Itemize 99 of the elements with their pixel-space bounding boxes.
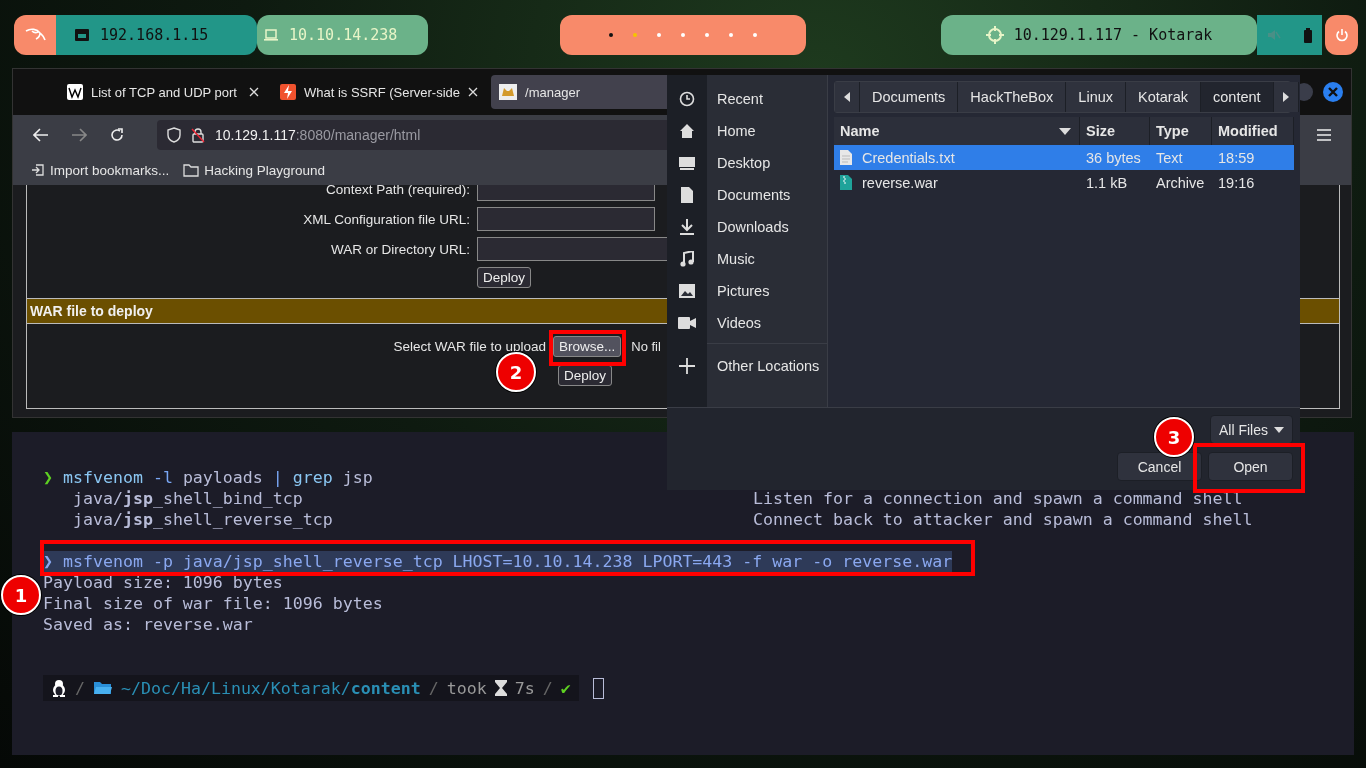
scroll-right-button[interactable] (1273, 82, 1299, 112)
sort-caret-icon (1059, 127, 1071, 135)
file-type: Text (1155, 149, 1184, 166)
duration-text: 7s (514, 678, 535, 698)
file-modified: 18:59 (1217, 149, 1256, 166)
archive-file-icon (840, 175, 852, 190)
path-crumb[interactable]: Linux (1066, 82, 1127, 112)
output-line: Saved as: reverse.war (43, 614, 254, 635)
file-name: Credentials.txt (862, 149, 955, 166)
scroll-left-button[interactable] (835, 82, 860, 112)
text-file-icon (840, 150, 852, 165)
home-icon (679, 123, 695, 139)
deploy-button[interactable]: Deploy (477, 267, 532, 288)
wikipedia-icon (67, 84, 83, 100)
music-note-icon (680, 251, 694, 267)
bookmark-item[interactable]: Import bookmarks... (31, 162, 170, 178)
field-label: XML Configuration file URL: (302, 211, 470, 227)
workspace-dot[interactable] (753, 33, 757, 37)
workspace-dot[interactable] (729, 33, 733, 37)
command-line: ❯ msfvenom -l payloads | grep jsp (43, 467, 373, 488)
vpn-ip-text: 10.10.14.238 (289, 26, 398, 44)
places-item[interactable]: Other Locations (667, 350, 827, 382)
separator-text: / (428, 678, 439, 698)
upload-label: Select WAR file to upload (392, 339, 546, 354)
menu-icon[interactable] (1317, 129, 1331, 141)
power-icon (1334, 28, 1349, 42)
input-field[interactable] (477, 207, 655, 231)
text-cursor (592, 677, 604, 699)
workspace-dot[interactable] (609, 33, 613, 37)
camera-icon (678, 317, 696, 329)
status-check: ✔ (560, 678, 571, 698)
places-item[interactable]: Downloads (667, 211, 827, 243)
workspace-dot[interactable] (705, 33, 709, 37)
laptop-icon (263, 28, 279, 42)
places-item[interactable]: Music (667, 243, 827, 275)
plus-icon (679, 358, 695, 374)
close-icon[interactable] (1323, 82, 1343, 102)
cancel-button[interactable]: Cancel (1117, 452, 1202, 481)
power-button[interactable] (1325, 15, 1358, 55)
field-label: WAR or Directory URL: (330, 241, 470, 257)
bookmark-item[interactable]: Hacking Playground (183, 162, 326, 178)
separator-text: / (75, 678, 85, 698)
back-arrow-icon[interactable] (33, 128, 49, 142)
file-type: Archive (1155, 174, 1206, 191)
output-line: Final size of war file: 1096 bytes (43, 593, 384, 614)
close-tab-icon[interactable] (468, 87, 479, 97)
took-label: took (446, 678, 487, 698)
document-icon (680, 187, 694, 203)
right-triangle-icon (1282, 92, 1289, 102)
browse-button[interactable]: Browse... (553, 336, 622, 357)
places-item[interactable]: Documents (667, 179, 827, 211)
lightning-icon (280, 84, 296, 100)
output-line: Payload size: 1096 bytes (43, 572, 284, 593)
file-name: reverse.war (862, 174, 938, 191)
file-size: 36 bytes (1085, 149, 1142, 166)
separator-text: / (542, 678, 553, 698)
payload-description: Connect back to attacker and spawn a command shell (753, 509, 1253, 530)
browser-tab[interactable]: What is SSRF (Server-side (272, 75, 487, 109)
reload-icon[interactable] (109, 127, 125, 143)
image-icon (679, 284, 695, 298)
ethernet-icon (74, 27, 90, 43)
shield-icon (167, 127, 181, 143)
import-icon (31, 163, 45, 177)
workspace-dot[interactable] (681, 33, 685, 37)
path-crumb[interactable]: HackTheBox (958, 82, 1067, 112)
download-icon (680, 219, 694, 235)
places-item[interactable]: Desktop (667, 147, 827, 179)
path-crumb[interactable]: Kotarak (1126, 82, 1201, 112)
file-row[interactable]: reverse.war 1.1 kB Archive 19:16 (834, 170, 1294, 195)
hourglass-icon (494, 680, 507, 696)
step-number: 1 (1, 575, 41, 615)
battery-icon[interactable] (1302, 27, 1313, 43)
clock-icon (679, 91, 695, 107)
deploy-button[interactable]: Deploy (558, 365, 613, 386)
local-ip-text: 192.168.1.15 (100, 26, 209, 44)
file-size: 1.1 kB (1085, 174, 1129, 191)
file-status-text: No fil (631, 339, 661, 354)
output-line: java/jsp_shell_bind_tcp (71, 488, 304, 509)
path-crumb[interactable]: Documents (860, 82, 959, 112)
folder-icon (93, 680, 113, 696)
directory-path: ~/Doc/Ha/Linux/Kotarak/content (121, 678, 421, 698)
forward-arrow-icon[interactable] (71, 128, 87, 142)
target-text: 10.129.1.117 - Kotarak (1013, 26, 1213, 44)
url-text: 10.129.1.117:8080/manager/html (215, 127, 421, 143)
open-button[interactable]: Open (1208, 452, 1293, 481)
desktop-icon (679, 156, 695, 170)
file-filter-dropdown[interactable]: All Files (1210, 415, 1293, 444)
crossed-lock-icon (191, 127, 205, 143)
left-triangle-icon (844, 92, 850, 102)
file-modified: 19:16 (1217, 174, 1256, 191)
browser-tab[interactable]: List of TCP and UDP port (59, 75, 267, 109)
path-crumb[interactable]: content (1201, 82, 1274, 112)
crosshair-icon (985, 26, 1004, 44)
workspace-dot[interactable] (633, 33, 637, 37)
folder-icon (183, 163, 200, 177)
close-tab-icon[interactable] (249, 87, 259, 97)
penguin-icon (51, 679, 67, 697)
workspace-dot[interactable] (657, 33, 661, 37)
output-line: java/jsp_shell_reverse_tcp (71, 509, 334, 530)
